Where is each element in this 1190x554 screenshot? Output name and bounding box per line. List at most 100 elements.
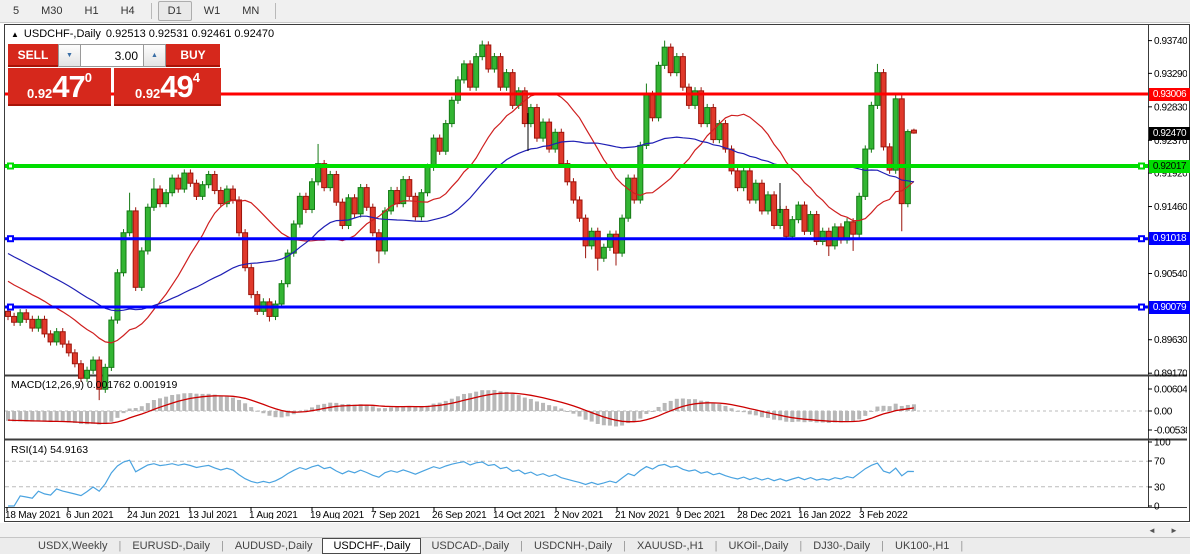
timeframe-button-D1[interactable]: D1 [157,1,192,21]
macd-histogram-bar [468,393,473,411]
candle-body [333,174,340,203]
candle-body [84,369,91,379]
ohlc-values: 0.92513 0.92531 0.92461 0.92470 [105,28,275,40]
horizontal-scrollbar[interactable]: ◄ ► [0,523,1190,537]
level-price-badge: 0.91018 [1149,232,1190,246]
macd-histogram-bar [547,405,552,411]
level-price-badge: 0.90079 [1149,300,1190,314]
chart-tab-uk100-h1[interactable]: UK100-,H1 [885,538,959,554]
macd-histogram-bar [462,393,466,411]
macd-histogram-bar [218,395,223,411]
candle-body [400,179,407,205]
scroll-right-icon[interactable]: ► [1166,524,1182,536]
macd-histogram-bar [121,411,126,414]
x-tick-label: 26 Sep 2021 [432,510,487,519]
candle-body [248,267,255,296]
candle-body [418,192,425,218]
timeframe-button-MN[interactable]: MN [232,1,269,21]
timeframe-button-H1[interactable]: H1 [75,1,109,21]
macd-histogram-bar [419,406,424,411]
macd-histogram-bar [6,411,10,421]
macd-histogram-bar [498,391,503,411]
candle-body [132,210,139,288]
chart-tab-usdchf-daily[interactable]: USDCHF-,Daily [322,538,422,554]
candle-body [503,72,510,88]
collapse-triangle-icon[interactable]: ▲ [11,29,19,40]
macd-histogram-bar [158,398,162,411]
candle-body [655,64,662,119]
macd-histogram-bar [176,394,181,411]
candle-body [765,194,771,212]
candle-body [406,179,413,197]
candle-body [673,56,680,74]
volume-decrease-button[interactable]: ▼ [58,44,81,67]
timeframe-button-M30[interactable]: M30 [31,1,72,21]
arrow-up-icon: ▲ [151,52,158,59]
macd-axis-label: -0.00538 [1154,426,1187,437]
macd-histogram-bar [97,411,102,425]
scroll-left-icon[interactable]: ◄ [1144,524,1160,536]
macd-histogram-bar [504,391,509,411]
candle-body [193,182,200,197]
candle-body [485,44,492,70]
timeframe-button-W1[interactable]: W1 [194,1,231,21]
candle-body [11,315,18,323]
arrow-down-icon: ▼ [66,52,73,59]
macd-histogram-bar [133,408,138,411]
y-tick-label: 0.89170 [1154,369,1187,380]
sell-price-panel[interactable]: 0.92 47 0 [8,68,111,106]
macd-histogram-bar [431,403,436,411]
chart-tab-usdcad-daily[interactable]: USDCAD-,Daily [421,538,519,554]
level-price-badge: 0.93006 [1149,87,1190,101]
candle-body [874,72,881,106]
chart-tab-eurusd-daily[interactable]: EURUSD-,Daily [122,538,220,554]
candle-body [157,188,163,205]
buy-price-panel[interactable]: 0.92 49 4 [114,68,221,106]
chart-tab-dj30-daily[interactable]: DJ30-,Daily [803,538,880,554]
macd-histogram-bar [18,411,23,422]
macd-histogram-bar [449,398,454,411]
macd-histogram-bar [650,411,655,412]
candle-body [144,206,151,252]
candle-body [898,98,905,205]
timeframe-button-5[interactable]: 5 [3,1,29,21]
macd-histogram-bar [243,403,248,411]
macd-histogram-bar [224,396,229,411]
volume-input[interactable] [81,44,143,67]
candle-body [41,318,48,335]
macd-histogram-bar [474,391,479,411]
rsi-axis-label: 100 [1154,438,1171,449]
macd-histogram-bar [91,411,96,424]
candle-body [448,99,455,125]
macd-histogram-bar [115,411,120,418]
sell-button[interactable]: SELL [8,44,58,67]
y-tick-label: 0.93290 [1154,69,1187,80]
one-click-trade-panel: SELL ▼ ▲ BUY 0.92 47 0 0.92 49 4 [8,44,221,106]
x-tick-label: 14 Oct 2021 [493,510,546,519]
candle-body [71,352,78,365]
chart-tab-usdcnh-daily[interactable]: USDCNH-,Daily [524,538,622,554]
candle-body [17,312,24,323]
y-tick-label: 0.89630 [1154,335,1187,346]
chart-tab-ukoil-daily[interactable]: UKOil-,Daily [719,538,799,554]
macd-histogram-bar [24,411,29,422]
chart-tab-usdx-weekly[interactable]: USDX,Weekly [28,538,117,554]
candle-body [740,170,747,189]
chart-tab-audusd-daily[interactable]: AUDUSD-,Daily [225,538,323,554]
timeframe-button-H4[interactable]: H4 [111,1,145,21]
candle-body [229,188,236,201]
buy-button[interactable]: BUY [166,44,220,67]
candle-body [734,170,741,189]
candle-body [169,177,176,194]
candle-body [381,210,388,252]
x-tick-label: 21 Nov 2021 [615,510,670,519]
chart-tab-xauusd-h1[interactable]: XAUUSD-,H1 [627,538,714,554]
macd-histogram-bar [863,411,868,416]
candle-body [771,194,778,226]
candle-body [412,195,419,218]
candle-body [613,233,619,254]
candle-body [576,199,583,219]
candle-body [807,214,814,232]
candle-body [138,250,145,288]
volume-increase-button[interactable]: ▲ [143,44,166,67]
